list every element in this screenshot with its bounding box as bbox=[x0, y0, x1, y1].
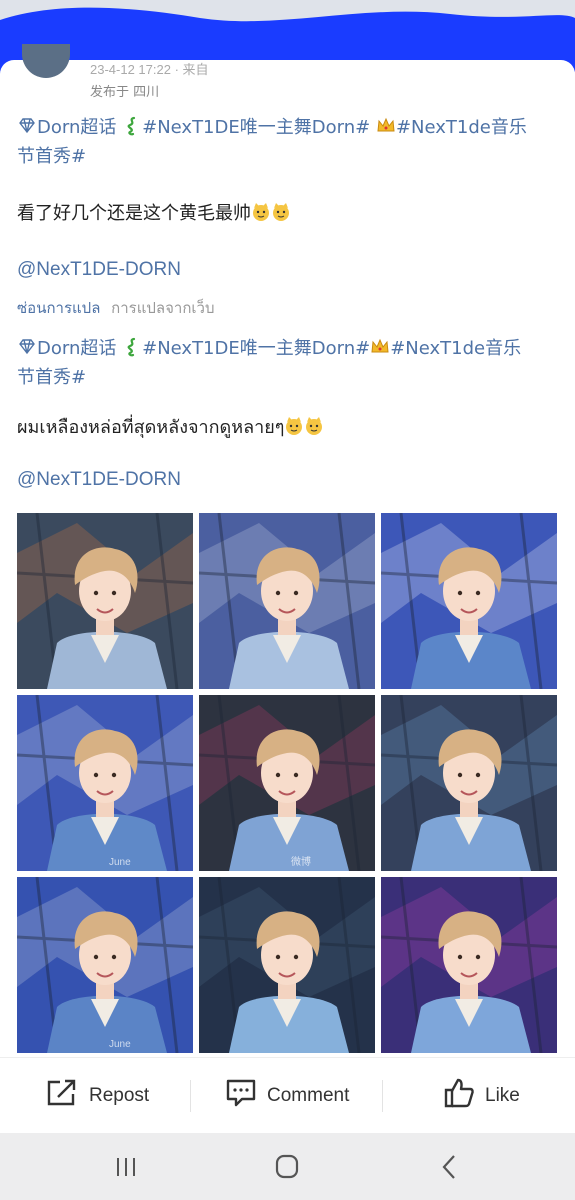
post-card-top bbox=[0, 60, 575, 100]
translated-post-body: ผมเหลืองหล่อที่สุดหลังจากดูหลายๆ bbox=[17, 413, 562, 442]
snake-emoji-icon bbox=[122, 116, 142, 138]
cat-face-emoji-icon bbox=[284, 417, 324, 438]
hashtag-link-2[interactable]: #NexT1de音乐 bbox=[396, 117, 527, 138]
recent-apps-icon[interactable] bbox=[106, 1151, 146, 1183]
diamond-icon bbox=[17, 117, 37, 138]
translated-mention-paragraph: @NexT1DE-DORN bbox=[17, 465, 562, 494]
repost-label: Repost bbox=[89, 1085, 150, 1106]
crown-emoji-icon bbox=[370, 338, 390, 359]
svg-text:June: June bbox=[109, 857, 131, 868]
photo-4[interactable]: June bbox=[17, 695, 193, 871]
translated-user-mention-link[interactable]: @NexT1DE-DORN bbox=[17, 469, 181, 490]
photo-grid: June 微博 June bbox=[17, 513, 557, 1053]
like-label: Like bbox=[485, 1085, 520, 1106]
translated-body-text: ผมเหลืองหล่อที่สุดหลังจากดูหลายๆ bbox=[17, 417, 285, 438]
post-timestamp: 23-4-12 17:22 · 来自 bbox=[90, 62, 209, 77]
svg-text:微博: 微博 bbox=[291, 855, 311, 868]
translation-controls: ซ่อนการแปล การแปลจากเว็บ bbox=[17, 296, 214, 320]
mention-paragraph: @NexT1DE-DORN bbox=[17, 255, 562, 284]
post-location: 发布于 四川 bbox=[90, 85, 160, 100]
diamond-icon bbox=[17, 338, 37, 359]
translated-super-topic-link[interactable]: Dorn超话 bbox=[37, 338, 116, 359]
photo-6[interactable] bbox=[381, 695, 557, 871]
translated-hashtag-link-2-cont[interactable]: 节首秀# bbox=[17, 367, 86, 388]
comment-label: Comment bbox=[267, 1085, 350, 1106]
user-mention-link[interactable]: @NexT1DE-DORN bbox=[17, 259, 181, 280]
divider bbox=[190, 1080, 191, 1112]
hashtag-link[interactable]: #NexT1DE唯一主舞Dorn# bbox=[142, 117, 370, 138]
hashtag-link-2-cont[interactable]: 节首秀# bbox=[17, 146, 86, 167]
system-navigation-bar bbox=[0, 1133, 575, 1200]
photo-8[interactable] bbox=[199, 877, 375, 1053]
comment-icon bbox=[225, 1078, 257, 1114]
photo-9[interactable] bbox=[381, 877, 557, 1053]
translated-hashtag-link-2[interactable]: #NexT1de音乐 bbox=[390, 338, 521, 359]
photo-7[interactable]: June bbox=[17, 877, 193, 1053]
repost-icon bbox=[45, 1078, 79, 1114]
super-topic-link[interactable]: Dorn超话 bbox=[37, 117, 116, 138]
photo-1[interactable] bbox=[17, 513, 193, 689]
comment-button[interactable]: Comment bbox=[225, 1058, 349, 1134]
back-icon[interactable] bbox=[430, 1151, 470, 1183]
home-icon[interactable] bbox=[267, 1151, 307, 1183]
translation-source-label: การแปลจากเว็บ bbox=[111, 299, 215, 317]
like-button[interactable]: Like bbox=[443, 1058, 520, 1134]
translated-hashtag-link[interactable]: #NexT1DE唯一主舞Dorn# bbox=[142, 338, 370, 359]
hide-translation-button[interactable]: ซ่อนการแปล bbox=[17, 299, 100, 317]
photo-3[interactable] bbox=[381, 513, 557, 689]
photo-2[interactable] bbox=[199, 513, 375, 689]
cat-face-emoji-icon bbox=[251, 203, 291, 224]
snake-emoji-icon bbox=[122, 337, 142, 359]
divider bbox=[382, 1080, 383, 1112]
translated-hashtag-paragraph: Dorn超话 #NexT1DE唯一主舞Dorn# #NexT1de音乐 节首秀# bbox=[17, 334, 562, 392]
action-bar: Repost Comment Like bbox=[0, 1057, 575, 1134]
crown-emoji-icon bbox=[376, 117, 396, 138]
post-body: 看了好几个还是这个黄毛最帅 bbox=[17, 199, 562, 228]
post-body-text: 看了好几个还是这个黄毛最帅 bbox=[17, 203, 251, 224]
hashtag-paragraph: Dorn超话 #NexT1DE唯一主舞Dorn# #NexT1de音乐 节首秀# bbox=[17, 113, 562, 171]
thumbs-up-icon bbox=[443, 1077, 475, 1115]
repost-button[interactable]: Repost bbox=[45, 1058, 149, 1134]
photo-5[interactable]: 微博 bbox=[199, 695, 375, 871]
svg-text:June: June bbox=[109, 1039, 131, 1050]
